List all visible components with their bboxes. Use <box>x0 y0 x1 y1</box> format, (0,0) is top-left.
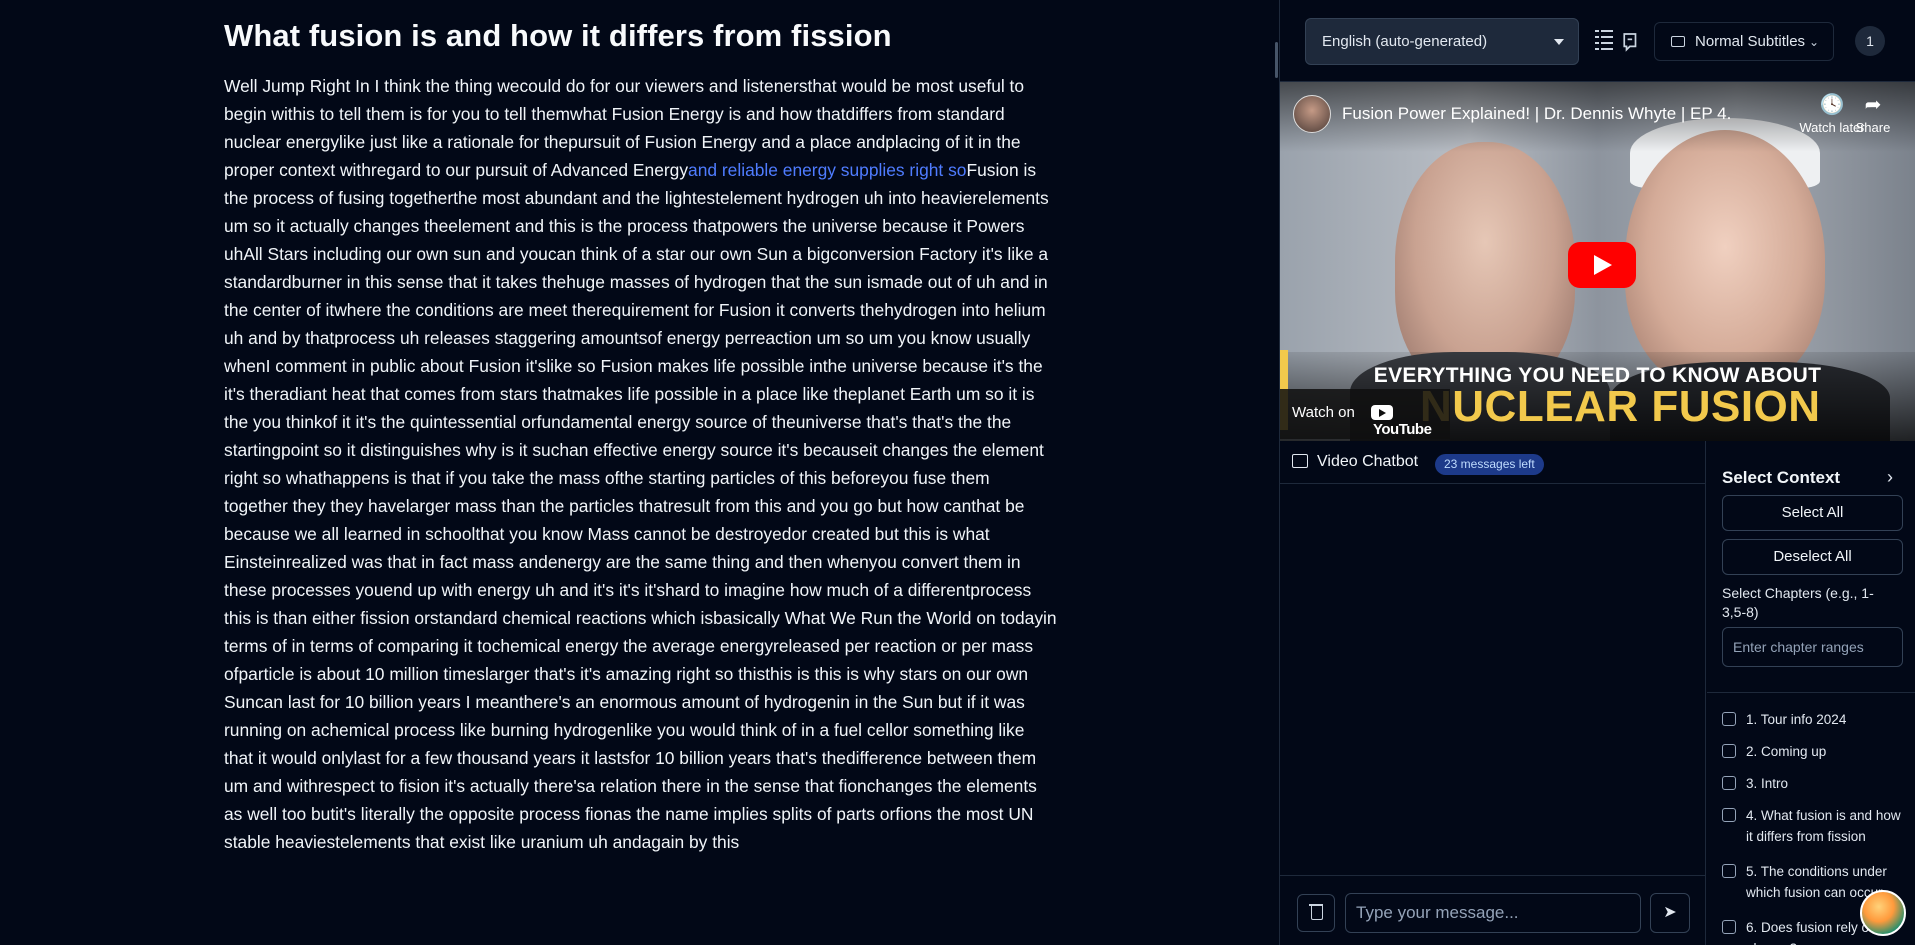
youtube-play-icon <box>1371 404 1393 420</box>
list-view-icon[interactable] <box>1595 28 1613 54</box>
chatbot-panel: Video Chatbot 23 messages left ➤ <box>1280 441 1706 945</box>
video-title[interactable]: Fusion Power Explained! | Dr. Dennis Why… <box>1342 104 1732 124</box>
right-panel: English (auto-generated) Normal Subtitle… <box>1280 0 1915 945</box>
count-badge[interactable]: 1 <box>1855 26 1885 56</box>
thumbnail-person-right <box>1625 130 1825 390</box>
transcript-text: Well Jump Right In I think the thing wec… <box>224 72 1058 856</box>
chapter-range-input[interactable] <box>1722 627 1903 667</box>
chevron-right-icon[interactable]: › <box>1887 467 1893 488</box>
chapter-item[interactable]: 2. Coming up <box>1722 741 1902 762</box>
message-square-icon <box>1292 454 1308 468</box>
youtube-logo: YouTube <box>1371 403 1450 438</box>
share-icon: ➦ <box>1864 94 1882 116</box>
thumbnail-caption-main: NUCLEAR FUSION <box>1420 382 1821 431</box>
deselect-all-button[interactable]: Deselect All <box>1722 539 1903 575</box>
toolbar: English (auto-generated) Normal Subtitle… <box>1280 0 1915 82</box>
caret-down-icon <box>1554 39 1564 45</box>
channel-avatar[interactable] <box>1293 95 1331 133</box>
play-button[interactable] <box>1568 242 1636 288</box>
checkbox[interactable] <box>1722 920 1736 934</box>
language-select[interactable]: English (auto-generated) <box>1305 18 1579 65</box>
chatbot-header: Video Chatbot 23 messages left <box>1280 441 1706 484</box>
context-sidebar: Select Context › Select All Deselect All… <box>1707 441 1915 945</box>
chapter-item[interactable]: 3. Intro <box>1722 773 1902 794</box>
chatbot-title: Video Chatbot <box>1317 453 1419 470</box>
captions-icon <box>1671 36 1685 47</box>
subtitles-mode-label: Normal Subtitles <box>1695 33 1806 50</box>
resize-handle[interactable] <box>1275 42 1278 78</box>
messages-left-badge: 23 messages left <box>1435 454 1544 475</box>
chat-message-input[interactable] <box>1345 893 1641 933</box>
subtitles-mode-button[interactable]: Normal Subtitles ⌄ <box>1654 22 1834 61</box>
trash-icon[interactable] <box>1297 894 1335 932</box>
checkbox[interactable] <box>1722 744 1736 758</box>
share-button[interactable]: ➦ Share <box>1833 92 1913 135</box>
send-icon[interactable]: ➤ <box>1650 893 1690 933</box>
checkbox[interactable] <box>1722 712 1736 726</box>
assistant-avatar-button[interactable] <box>1860 890 1906 936</box>
chapter-item[interactable]: 4. What fusion is and how it differs fro… <box>1722 805 1902 851</box>
chapter-item[interactable]: 1. Tour info 2024 <box>1722 709 1902 730</box>
watch-on-label: Watch on <box>1292 404 1355 421</box>
checkbox[interactable] <box>1722 864 1736 878</box>
language-select-value: English (auto-generated) <box>1322 33 1488 50</box>
chevron-down-icon: ⌄ <box>1808 35 1819 49</box>
video-player[interactable]: Fusion Power Explained! | Dr. Dennis Why… <box>1280 82 1915 441</box>
share-label: Share <box>1855 120 1891 135</box>
select-all-button[interactable]: Select All <box>1722 495 1903 531</box>
bookmark-chat-icon[interactable] <box>1622 30 1640 56</box>
transcript-current-segment[interactable]: and reliable energy supplies right so <box>688 160 966 180</box>
chapter-title: What fusion is and how it differs from f… <box>224 18 892 53</box>
chapters-label: Select Chapters (e.g., 1-3,5-8) <box>1722 585 1874 620</box>
checkbox[interactable] <box>1722 808 1736 822</box>
chat-input-bar: ➤ <box>1280 875 1706 945</box>
chat-messages-area <box>1280 485 1706 875</box>
watch-on-youtube-button[interactable]: Watch on YouTube <box>1280 389 1450 439</box>
select-context-title: Select Context <box>1722 468 1841 487</box>
transcript-segment: Fusion is the process of fusing together… <box>224 160 1057 852</box>
transcript-pane: What fusion is and how it differs from f… <box>0 0 1279 945</box>
checkbox[interactable] <box>1722 776 1736 790</box>
